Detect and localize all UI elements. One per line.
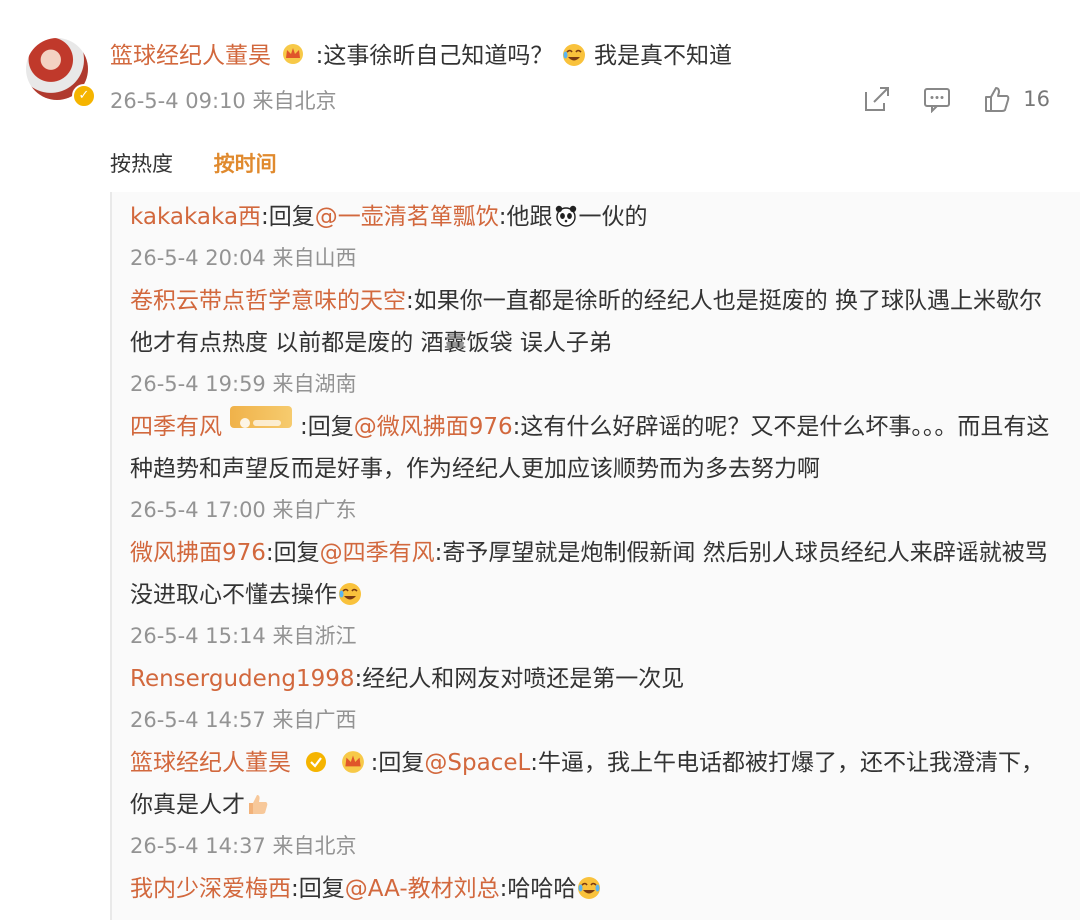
reply-username[interactable]: 卷积云带点哲学意味的天空 — [130, 288, 406, 314]
sort-by-time-tab[interactable]: 按时间 — [214, 152, 277, 176]
reply-meta: 26-5-4 15:14 来自浙江 — [130, 616, 1060, 656]
list-item: 微风拂面976:回复@四季有风:寄予厚望就是炮制假新闻 然后别人球员经纪人来辟谣… — [130, 532, 1060, 656]
reply-location: 来自湖南 — [272, 372, 357, 396]
root-username[interactable]: 篮球经纪人董昊 — [110, 43, 271, 69]
list-item: 篮球经纪人董昊 :回复@SpaceL:牛逼，我上午电话都被打爆了，还不让我澄清下… — [130, 742, 1060, 866]
reply-mention[interactable]: @四季有风 — [320, 540, 435, 566]
reply-time: 26-5-4 17:00 — [130, 498, 266, 522]
panda-emoji-icon — [555, 205, 576, 227]
reply-separator: :回复 — [300, 414, 354, 440]
reply-location: 来自广西 — [272, 708, 357, 732]
root-comment-text-tail: 我是真不知道 — [594, 43, 732, 69]
list-item: kakakaka西:回复@一壶清茗箪瓢饮:他跟 一伙的 26-5-4 20:04… — [130, 192, 1060, 278]
reply-body: :经纪人和网友对喷还是第一次见 — [354, 666, 685, 692]
reply-username[interactable]: 我内少深爱梅西 — [130, 876, 291, 902]
list-item: 四季有风 :回复@微风拂面976:这有什么好辟谣的呢？又不是什么坏事。。。而且有… — [130, 406, 1060, 530]
root-comment-line: 篮球经纪人董昊 :这事徐昕自己知道吗？ 我是真不知道 — [110, 36, 732, 70]
member-badge-shape — [240, 418, 281, 428]
sort-by-hot-tab[interactable]: 按热度 — [110, 152, 173, 176]
reply-time: 26-5-4 15:14 — [130, 624, 266, 648]
crown-badge-icon — [283, 44, 304, 64]
reply-time: 26-5-4 20:04 — [130, 246, 266, 270]
reply-mention[interactable]: @AA-教材刘总 — [345, 876, 500, 902]
reply-username[interactable]: Rensergudeng1998 — [130, 666, 355, 692]
root-meta: 26-5-4 09:10 来自北京 — [110, 85, 336, 115]
member-badge-icon — [230, 406, 292, 428]
laugh-cry-emoji-icon — [339, 583, 361, 605]
reply-text: 四季有风 :回复@微风拂面976:这有什么好辟谣的呢？又不是什么坏事。。。而且有… — [130, 406, 1060, 490]
share-icon[interactable] — [863, 85, 891, 113]
reply-meta: 26-5-4 17:00 来自广东 — [130, 490, 1060, 530]
reply-time: 26-5-4 14:57 — [130, 708, 266, 732]
reply-time: 26-5-4 14:37 — [130, 834, 266, 858]
reply-mention[interactable]: @一壶清茗箪瓢饮 — [315, 204, 499, 230]
reply-mention[interactable]: @SpaceL — [424, 750, 530, 776]
thumbs-up-emoji-icon — [249, 795, 268, 814]
reply-separator: :回复 — [261, 204, 315, 230]
reply-meta: 26-5-4 14:37 来自北京 — [130, 826, 1060, 866]
reply-body-tail: 一伙的 — [578, 204, 648, 230]
like-count: 16 — [1023, 87, 1050, 111]
reply-username[interactable]: 四季有风 — [130, 414, 222, 440]
root-comment: ✓ 篮球经纪人董昊 :这事徐昕自己知道吗？ 我是真不知道 26-5-4 09:1… — [0, 0, 1080, 130]
reply-text: 篮球经纪人董昊 :回复@SpaceL:牛逼，我上午电话都被打爆了，还不让我澄清下… — [130, 742, 1060, 826]
reply-separator: :回复 — [265, 540, 320, 566]
list-item: 卷积云带点哲学意味的天空:如果你一直都是徐昕的经纪人也是挺废的 换了球队遇上米歇… — [130, 280, 1060, 404]
root-comment-text: :这事徐昕自己知道吗？ — [315, 43, 554, 69]
verified-badge-icon — [306, 752, 327, 772]
reply-username[interactable]: kakakaka西 — [130, 204, 261, 230]
reply-meta: 26-5-4 20:04 来自山西 — [130, 238, 1060, 278]
reply-text: 我内少深爱梅西:回复@AA-教材刘总:哈哈哈 — [130, 868, 1060, 910]
reply-location: 来自北京 — [272, 834, 357, 858]
laugh-cry-emoji-icon — [562, 44, 585, 66]
reply-list: kakakaka西:回复@一壶清茗箪瓢饮:他跟 一伙的 26-5-4 20:04… — [110, 192, 1080, 920]
reply-meta: 26-5-4 19:59 来自湖南 — [130, 364, 1060, 404]
list-item: Rensergudeng1998:经纪人和网友对喷还是第一次见 26-5-4 1… — [130, 658, 1060, 740]
reply-username[interactable]: 篮球经纪人董昊 — [130, 750, 291, 776]
reply-username[interactable]: 微风拂面976 — [130, 540, 266, 566]
root-time: 26-5-4 09:10 — [110, 89, 246, 113]
reply-separator: :回复 — [291, 876, 345, 902]
reply-text: 微风拂面976:回复@四季有风:寄予厚望就是炮制假新闻 然后别人球员经纪人来辟谣… — [130, 532, 1060, 616]
reply-body: :他跟 — [498, 204, 553, 230]
root-location: 来自北京 — [252, 89, 337, 113]
reply-location: 来自浙江 — [272, 624, 357, 648]
reply-mention[interactable]: @微风拂面976 — [354, 414, 513, 440]
sort-tabs: 按热度 按时间 — [110, 148, 311, 178]
reply-location: 来自山西 — [272, 246, 357, 270]
reply-text: 卷积云带点哲学意味的天空:如果你一直都是徐昕的经纪人也是挺废的 换了球队遇上米歇… — [130, 280, 1060, 364]
laugh-cry-emoji-icon — [578, 877, 601, 899]
verified-badge-icon: ✓ — [72, 84, 96, 108]
crown-badge-icon — [341, 751, 364, 773]
reply-text: Rensergudeng1998:经纪人和网友对喷还是第一次见 — [130, 658, 1060, 700]
like-icon[interactable] — [983, 85, 1011, 113]
list-item: 我内少深爱梅西:回复@AA-教材刘总:哈哈哈 — [130, 868, 1060, 910]
reply-body: :哈哈哈 — [499, 876, 577, 902]
reply-separator: :回复 — [370, 750, 425, 776]
reply-meta: 26-5-4 14:57 来自广西 — [130, 700, 1060, 740]
reply-time: 26-5-4 19:59 — [130, 372, 266, 396]
reply-location: 来自广东 — [272, 498, 357, 522]
action-bar: 16 — [831, 82, 1050, 116]
comment-icon[interactable] — [923, 85, 951, 113]
reply-text: kakakaka西:回复@一壶清茗箪瓢饮:他跟 一伙的 — [130, 192, 1060, 238]
